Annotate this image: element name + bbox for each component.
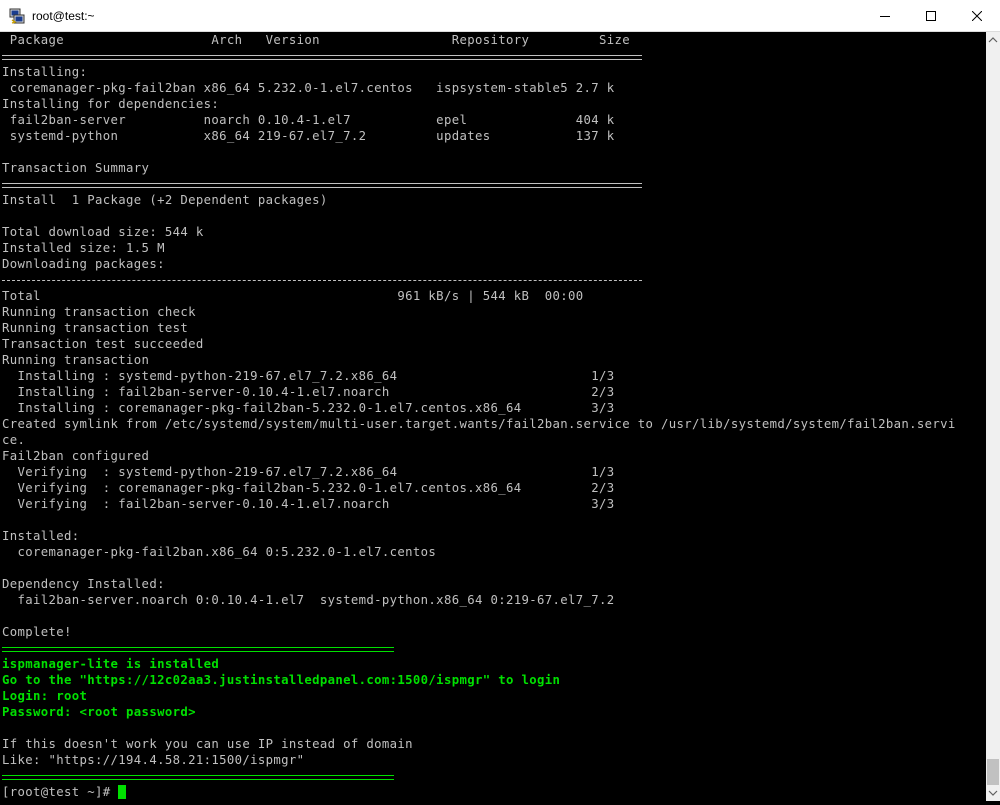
terminal-line: Created symlink from /etc/systemd/system… [2, 417, 956, 431]
terminal-line: coremanager-pkg-fail2ban x86_64 5.232.0-… [2, 81, 615, 95]
terminal-line: Running transaction test [2, 321, 189, 335]
terminal-line: Password: <root password> [2, 705, 196, 719]
text-cursor [118, 785, 127, 799]
minimize-button[interactable] [862, 0, 908, 32]
chevron-up-icon [988, 37, 998, 43]
shell-prompt: [root@test ~]# [2, 785, 119, 799]
separator-line [0, 48, 986, 64]
chevron-down-icon [988, 790, 998, 796]
terminal-line: Running transaction check [2, 305, 196, 319]
terminal-line: Complete! [2, 625, 72, 639]
prompt-line[interactable]: [root@test ~]# [0, 784, 986, 800]
separator-line [0, 272, 986, 288]
maximize-icon [926, 11, 936, 21]
separator-line [0, 176, 986, 192]
scroll-down-button[interactable] [986, 785, 1000, 801]
terminal-line: systemd-python x86_64 219-67.el7_7.2 upd… [2, 129, 615, 143]
terminal-line: Verifying : fail2ban-server-0.10.4-1.el7… [2, 497, 615, 511]
terminal-line: Installing : fail2ban-server-0.10.4-1.el… [2, 385, 615, 399]
terminal-line: Verifying : systemd-python-219-67.el7_7.… [2, 465, 615, 479]
terminal-line: Total download size: 544 k [2, 225, 204, 239]
close-button[interactable] [954, 0, 1000, 32]
terminal-line: Installing for dependencies: [2, 97, 220, 111]
maximize-button[interactable] [908, 0, 954, 32]
terminal-line: ispmanager-lite is installed [2, 657, 220, 671]
terminal-line: If this doesn't work you can use IP inst… [2, 737, 413, 751]
terminal-line: Running transaction [2, 353, 150, 367]
terminal-line: Fail2ban configured [2, 449, 150, 463]
terminal-line: Package Arch Version Repository Size [2, 33, 631, 47]
scroll-up-button[interactable] [986, 32, 1000, 48]
terminal-line: Installing: [2, 65, 88, 79]
vertical-scrollbar[interactable] [986, 32, 1000, 801]
minimize-icon [880, 16, 890, 17]
terminal-line: Like: "https://194.4.58.21:1500/ispmgr" [2, 753, 305, 767]
terminal-line: coremanager-pkg-fail2ban.x86_64 0:5.232.… [2, 545, 437, 559]
terminal-line: Verifying : coremanager-pkg-fail2ban-5.2… [2, 481, 615, 495]
terminal-line: Downloading packages: [2, 257, 165, 271]
terminal-line: Transaction Summary [2, 161, 150, 175]
terminal-line: fail2ban-server.noarch 0:0.10.4-1.el7 sy… [2, 593, 615, 607]
terminal-line: fail2ban-server noarch 0.10.4-1.el7 epel… [2, 113, 615, 127]
title-bar: root@test:~ [0, 0, 1000, 32]
terminal-line: Dependency Installed: [2, 577, 165, 591]
terminal-output[interactable]: Package Arch Version Repository Size Ins… [0, 32, 986, 801]
window-title: root@test:~ [32, 9, 95, 23]
terminal-line: Total 961 kB/s | 544 kB 00:00 [2, 289, 584, 303]
terminal-line: Transaction test succeeded [2, 337, 204, 351]
close-icon [972, 11, 982, 21]
terminal-line: Go to the "https://12c02aa3.justinstalle… [2, 673, 561, 687]
terminal-line: Installed: [2, 529, 80, 543]
separator-line [0, 640, 986, 656]
terminal-line: ce. [2, 433, 26, 447]
terminal-line: Install 1 Package (+2 Dependent packages… [2, 193, 328, 207]
terminal-line: Installing : coremanager-pkg-fail2ban-5.… [2, 401, 615, 415]
separator-line [0, 768, 986, 784]
putty-icon[interactable] [9, 8, 25, 24]
terminal-line: Login: root [2, 689, 88, 703]
scrollbar-thumb[interactable] [987, 759, 999, 785]
terminal-line: Installed size: 1.5 M [2, 241, 165, 255]
terminal-line: Installing : systemd-python-219-67.el7_7… [2, 369, 615, 383]
